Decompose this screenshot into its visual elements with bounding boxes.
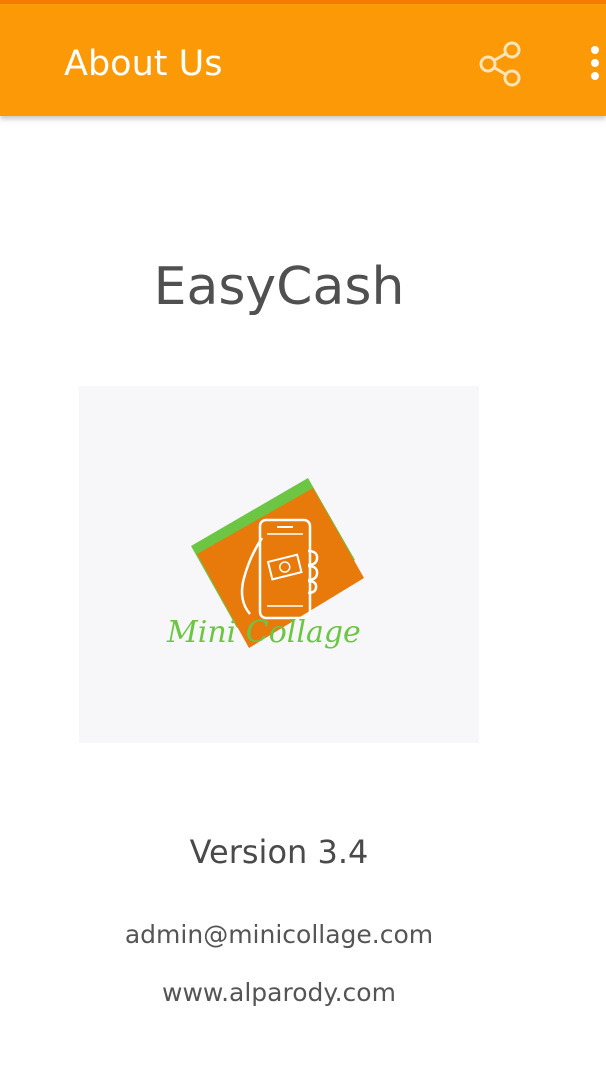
app-name: EasyCash: [153, 257, 405, 317]
app-bar: About Us: [0, 0, 606, 116]
page-title: About Us: [64, 44, 223, 84]
about-screen: About Us EasyCash Mini Collage Version 3…: [0, 0, 606, 1072]
overflow-menu-button[interactable]: [580, 42, 606, 86]
contact-email-link[interactable]: admin@minicollage.com: [0, 918, 558, 952]
logo-image: Mini Collage: [166, 478, 364, 650]
more-vertical-icon: [591, 46, 599, 80]
share-icon: [479, 41, 521, 87]
version-label: Version 3.4: [189, 833, 369, 871]
share-button[interactable]: [470, 34, 530, 94]
website-link[interactable]: www.alparody.com: [0, 976, 558, 1010]
app-logo: Mini Collage: [79, 386, 479, 743]
logo-wordmark: Mini Collage: [166, 615, 361, 650]
